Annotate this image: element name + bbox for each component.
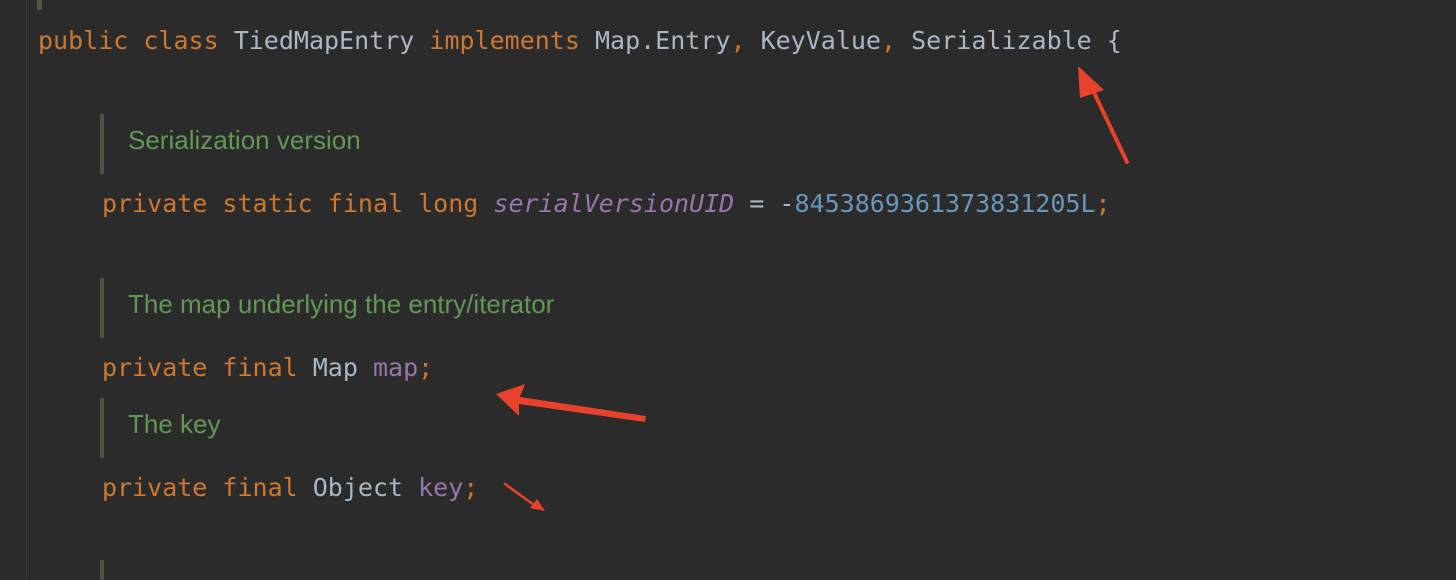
comma: , [880, 26, 897, 55]
doc-comment-key: The key [100, 398, 221, 458]
doc-comment-text: The key [128, 409, 221, 439]
class-declaration-line[interactable]: public class TiedMapEntry implements Map… [38, 25, 1122, 57]
keyword-public: public [38, 26, 129, 55]
doc-comment-text: Serialization version [128, 125, 361, 155]
open-brace: { [1106, 26, 1122, 55]
arrow-to-key-field [503, 482, 545, 511]
keyword-class: class [143, 26, 219, 55]
field-serialversionuid: serialVersionUID [493, 189, 735, 218]
type-long: long [418, 189, 479, 218]
interface-map-entry: Map.Entry [594, 26, 731, 55]
doc-comment-map: The map underlying the entry/iterator [100, 278, 554, 338]
class-name: TiedMapEntry [233, 26, 415, 55]
assign-operator: = [749, 189, 765, 218]
map-field-line[interactable]: private final Map map; [102, 352, 433, 384]
keyword-private: private [102, 353, 208, 382]
field-map: map [372, 353, 419, 382]
keyword-private: private [102, 473, 208, 502]
semicolon: ; [1095, 189, 1111, 218]
doc-comment-partial [100, 560, 128, 580]
semicolon: ; [418, 353, 434, 382]
arrow-to-map-field [496, 384, 646, 422]
fold-marker [37, 0, 42, 10]
number-literal: 8453869361373831205L [794, 189, 1096, 218]
comma: , [730, 26, 746, 55]
doc-comment-text: The map underlying the entry/iterator [128, 289, 555, 319]
type-map: Map [312, 353, 358, 382]
keyword-static: static [222, 189, 313, 218]
keyword-private: private [102, 189, 208, 218]
arrow-to-serializable [1078, 66, 1129, 164]
keyword-final: final [222, 353, 298, 382]
interface-serializable: Serializable [911, 26, 1092, 55]
keyword-implements: implements [429, 26, 580, 55]
serial-version-line[interactable]: private static final long serialVersionU… [102, 188, 1111, 220]
keyword-final: final [327, 189, 404, 218]
interface-keyvalue: KeyValue [760, 26, 881, 55]
editor-gutter-line [26, 0, 27, 580]
doc-comment-serialization: Serialization version [100, 114, 361, 174]
type-object: Object [312, 473, 404, 502]
keyword-final: final [222, 473, 298, 502]
key-field-line[interactable]: private final Object key; [102, 472, 478, 504]
minus-sign: - [779, 189, 795, 218]
field-key: key [418, 473, 464, 502]
semicolon: ; [463, 473, 479, 502]
